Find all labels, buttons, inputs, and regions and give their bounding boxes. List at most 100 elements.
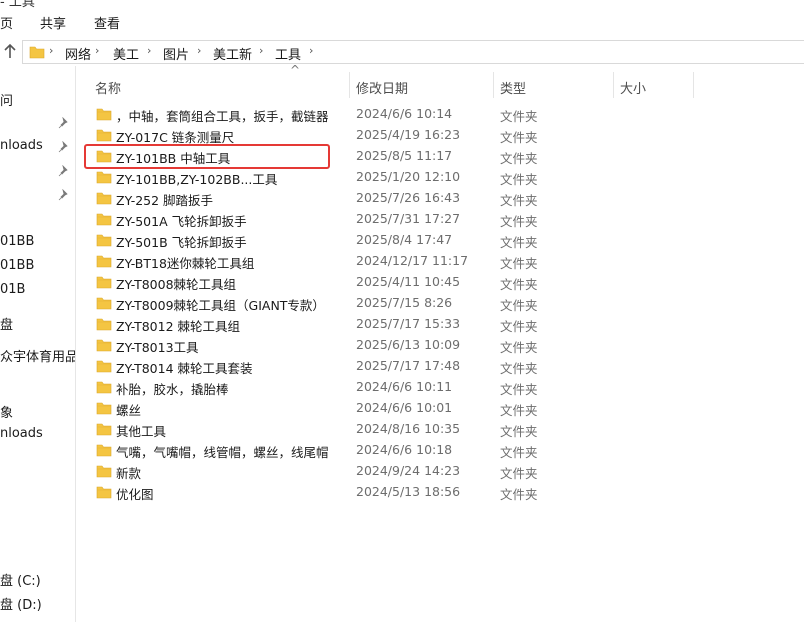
tab-share[interactable]: 共享 [40, 13, 66, 32]
nav-item-company[interactable]: 众宇体育用品有 [0, 346, 75, 365]
column-divider[interactable] [693, 72, 694, 98]
chevron-right-icon[interactable]: › [197, 44, 201, 57]
sort-ascending-icon: ^ [290, 63, 301, 77]
file-name[interactable]: ZY-T8014 棘轮工具套装 [116, 358, 253, 377]
file-row[interactable]: ZY-101BB,ZY-102BB...工具 2025/1/20 12:10 文件夹 [77, 167, 804, 188]
file-row[interactable]: 优化图 2024/5/13 18:56 文件夹 [77, 482, 804, 503]
nav-item-101bb-2[interactable]: 01BB [0, 258, 34, 273]
address-row: › 网络 › 美工 › 图片 › 美工新 › 工具 › [0, 38, 804, 66]
nav-item-01b[interactable]: 01B [0, 282, 25, 297]
file-name[interactable]: ZY-T8008棘轮工具组 [116, 274, 236, 293]
breadcrumb-network[interactable]: 网络 [65, 44, 91, 63]
file-name[interactable]: ZY-501B 飞轮拆卸扳手 [116, 232, 247, 251]
file-name[interactable]: ZY-T8013工具 [116, 337, 199, 356]
file-row[interactable]: ZY-252 脚踏扳手 2025/7/26 16:43 文件夹 [77, 188, 804, 209]
folder-icon [96, 296, 112, 313]
nav-item-downloads[interactable]: nloads [0, 138, 43, 153]
file-row[interactable]: ZY-101BB 中轴工具 2025/8/5 11:17 文件夹 [77, 146, 804, 167]
navigation-pane: 问 nloads 01BB 01BB 01B 盘 众宇体育用品有 象 nload… [0, 66, 76, 622]
chevron-right-icon[interactable]: › [147, 44, 151, 57]
file-name[interactable]: ZY-T8012 棘轮工具组 [116, 316, 240, 335]
file-row[interactable]: ，中轴，套筒组合工具，扳手，截链器 2024/6/6 10:14 文件夹 [77, 104, 804, 125]
file-type: 文件夹 [500, 214, 538, 229]
column-divider[interactable] [349, 72, 350, 98]
tab-view[interactable]: 查看 [94, 13, 120, 32]
up-arrow-icon[interactable] [3, 43, 19, 59]
file-row[interactable]: ZY-T8012 棘轮工具组 2025/7/17 15:33 文件夹 [77, 314, 804, 335]
breadcrumb-meigongxin[interactable]: 美工新 [213, 44, 252, 63]
file-row[interactable]: ZY-T8013工具 2025/6/13 10:09 文件夹 [77, 335, 804, 356]
breadcrumb-tools[interactable]: 工具 [275, 44, 301, 63]
file-name[interactable]: 优化图 [116, 484, 154, 503]
pin-icon[interactable] [58, 140, 70, 153]
folder-icon [96, 338, 112, 355]
file-name[interactable]: ZY-BT18迷你棘轮工具组 [116, 253, 254, 272]
file-type: 文件夹 [500, 130, 538, 145]
column-divider[interactable] [493, 72, 494, 98]
file-name[interactable]: 螺丝 [116, 400, 141, 419]
folder-icon [96, 128, 112, 145]
folder-icon [96, 422, 112, 439]
file-row[interactable]: 螺丝 2024/6/6 10:01 文件夹 [77, 398, 804, 419]
nav-item-downloads-2[interactable]: nloads [0, 426, 43, 441]
file-type: 文件夹 [500, 361, 538, 376]
address-bar[interactable]: › 网络 › 美工 › 图片 › 美工新 › 工具 › [22, 40, 804, 64]
file-row[interactable]: ZY-T8014 棘轮工具套装 2025/7/17 17:48 文件夹 [77, 356, 804, 377]
folder-icon [96, 443, 112, 460]
column-date[interactable]: 修改日期 [356, 78, 408, 97]
file-type: 文件夹 [500, 109, 538, 124]
file-row[interactable]: 新款 2024/9/24 14:23 文件夹 [77, 461, 804, 482]
file-type: 文件夹 [500, 487, 538, 502]
chevron-right-icon[interactable]: › [309, 44, 313, 57]
file-row[interactable]: 气嘴，气嘴帽，线管帽，螺丝，线尾帽 2024/6/6 10:18 文件夹 [77, 440, 804, 461]
nav-item-drive-c[interactable]: 盘 (C:) [0, 570, 41, 589]
chevron-right-icon[interactable]: › [95, 44, 99, 57]
file-row[interactable]: ZY-T8009棘轮工具组（GIANT专款） 2025/7/15 8:26 文件夹 [77, 293, 804, 314]
file-row[interactable]: ZY-T8008棘轮工具组 2025/4/11 10:45 文件夹 [77, 272, 804, 293]
nav-item-drive-d[interactable]: 盘 (D:) [0, 594, 42, 613]
nav-item-drive[interactable]: 盘 [0, 314, 13, 333]
chevron-right-icon[interactable]: › [259, 44, 263, 57]
file-row[interactable]: ZY-501B 飞轮拆卸扳手 2025/8/4 17:47 文件夹 [77, 230, 804, 251]
file-row[interactable]: ZY-501A 飞轮拆卸扳手 2025/7/31 17:27 文件夹 [77, 209, 804, 230]
pin-icon[interactable] [58, 164, 70, 177]
file-name[interactable]: ZY-252 脚踏扳手 [116, 190, 213, 209]
column-name[interactable]: 名称 [95, 78, 121, 97]
ribbon: - 工具 页 共享 查看 [0, 0, 804, 38]
nav-item-quick-access[interactable]: 问 [0, 90, 13, 109]
file-name[interactable]: ZY-T8009棘轮工具组（GIANT专款） [116, 295, 325, 314]
file-name[interactable]: 新款 [116, 463, 141, 482]
file-name[interactable]: ZY-501A 飞轮拆卸扳手 [116, 211, 247, 230]
file-name[interactable]: ZY-101BB 中轴工具 [116, 148, 230, 167]
file-name[interactable]: ，中轴，套筒组合工具，扳手，截链器 [116, 106, 329, 125]
nav-item-101bb[interactable]: 01BB [0, 234, 34, 249]
file-name[interactable]: ZY-101BB,ZY-102BB...工具 [116, 169, 277, 188]
breadcrumb-pictures[interactable]: 图片 [163, 44, 189, 63]
file-name[interactable]: 气嘴，气嘴帽，线管帽，螺丝，线尾帽 [116, 442, 329, 461]
pin-icon[interactable] [58, 116, 70, 129]
file-type: 文件夹 [500, 298, 538, 313]
file-modified-date: 2025/8/4 17:47 [356, 232, 453, 247]
file-row[interactable]: ZY-BT18迷你棘轮工具组 2024/12/17 11:17 文件夹 [77, 251, 804, 272]
file-name[interactable]: 其他工具 [116, 421, 166, 440]
nav-item-objects[interactable]: 象 [0, 402, 13, 421]
column-size[interactable]: 大小 [620, 78, 646, 97]
column-divider[interactable] [613, 72, 614, 98]
breadcrumb-meigong[interactable]: 美工 [113, 44, 139, 63]
file-type: 文件夹 [500, 256, 538, 271]
file-modified-date: 2024/6/6 10:11 [356, 379, 453, 394]
file-row[interactable]: ZY-017C 链条测量尺 2025/4/19 16:23 文件夹 [77, 125, 804, 146]
tab-view-partial[interactable]: 页 [0, 13, 13, 32]
file-type: 文件夹 [500, 424, 538, 439]
column-type[interactable]: 类型 [500, 78, 526, 97]
file-type: 文件夹 [500, 403, 538, 418]
file-row[interactable]: 其他工具 2024/8/16 10:35 文件夹 [77, 419, 804, 440]
file-name[interactable]: ZY-017C 链条测量尺 [116, 127, 234, 146]
pin-icon[interactable] [58, 188, 70, 201]
file-modified-date: 2024/5/13 18:56 [356, 484, 461, 499]
file-row[interactable]: 补胎，胶水，撬胎棒 2024/6/6 10:11 文件夹 [77, 377, 804, 398]
folder-icon [96, 149, 112, 166]
chevron-right-icon[interactable]: › [49, 44, 53, 57]
folder-icon [96, 359, 112, 376]
file-name[interactable]: 补胎，胶水，撬胎棒 [116, 379, 229, 398]
